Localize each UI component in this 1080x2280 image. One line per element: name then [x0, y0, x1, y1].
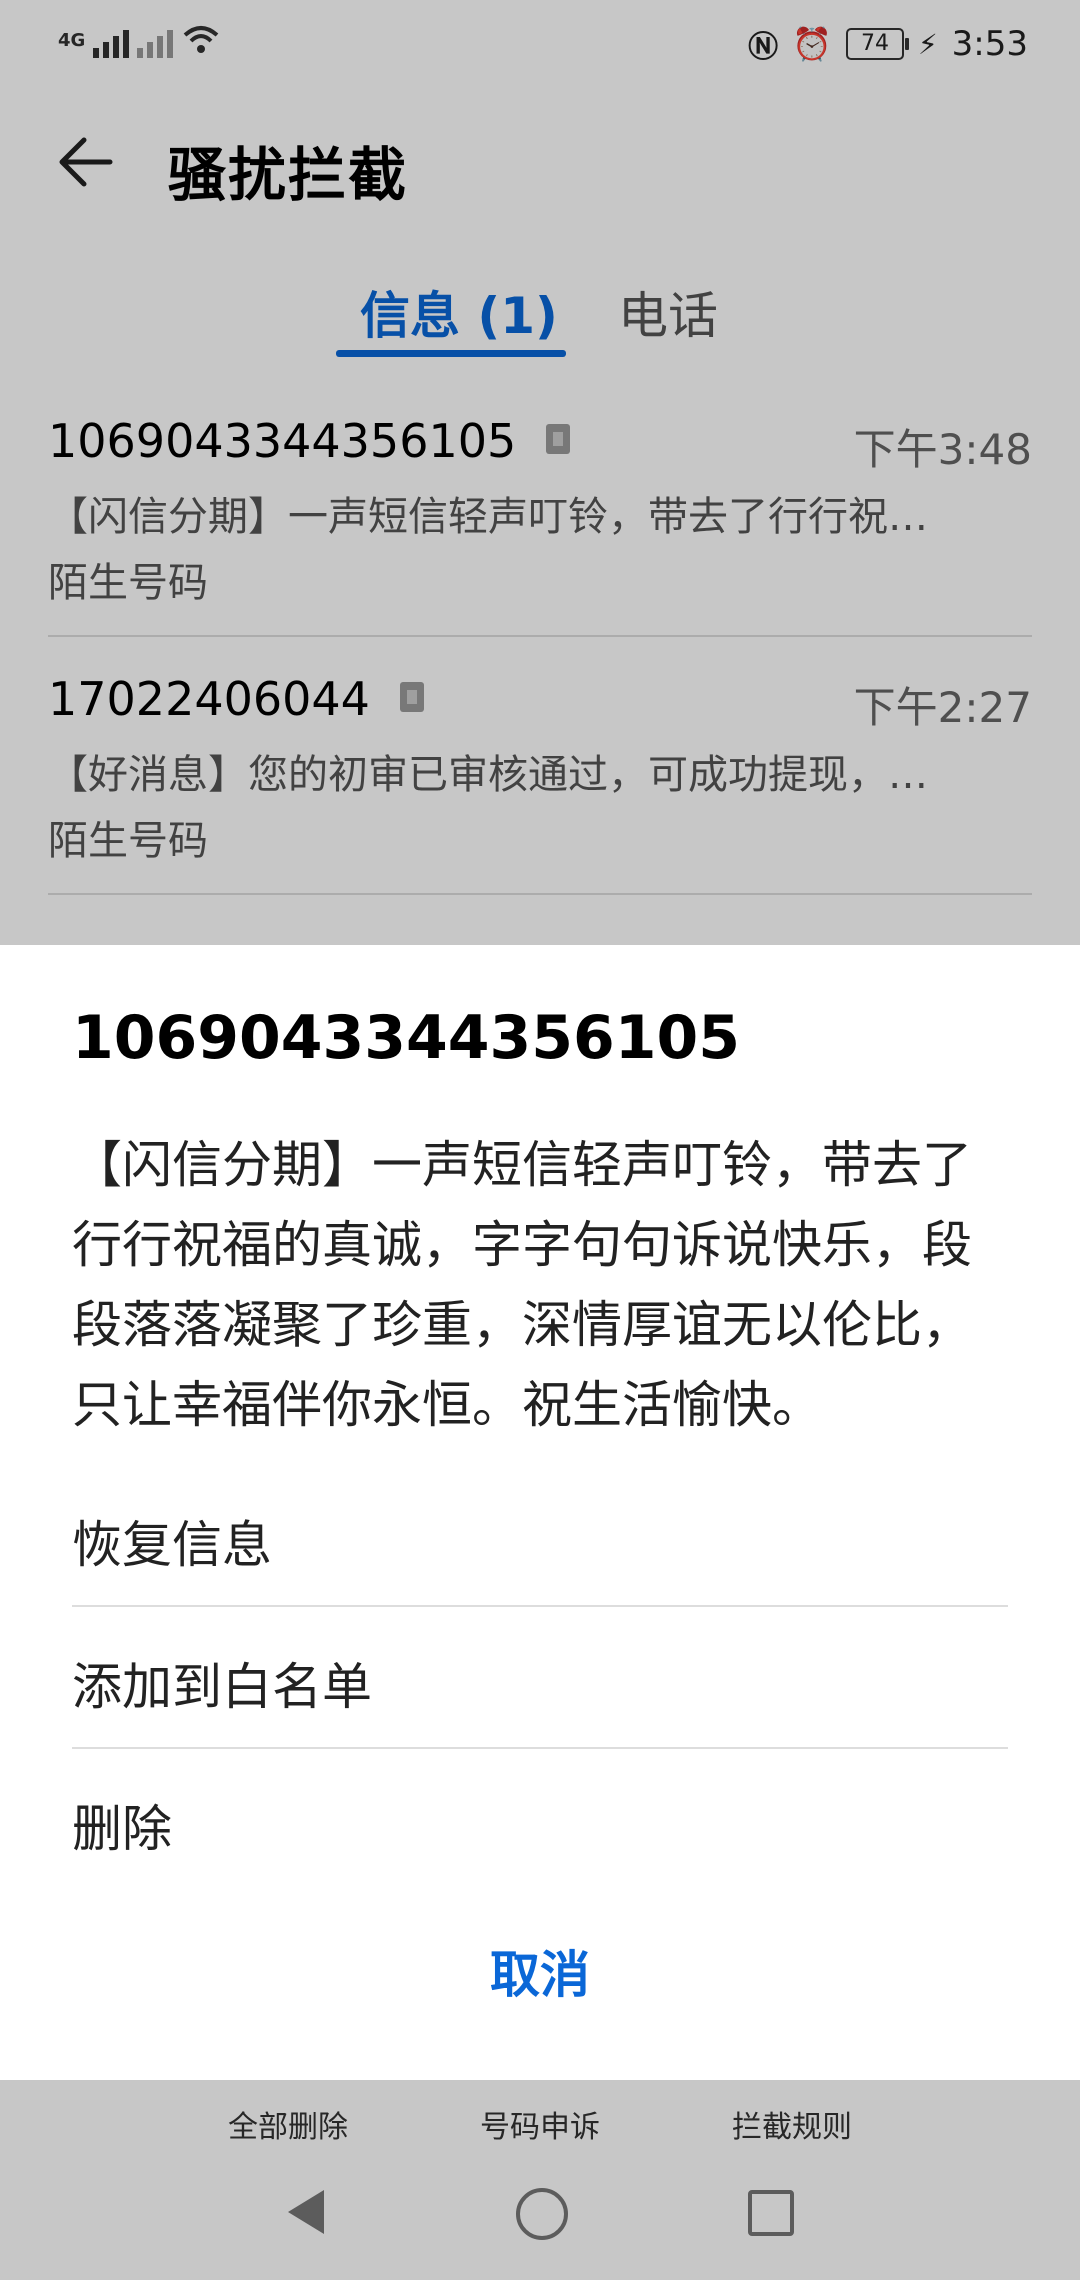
- option-label: 恢复信息: [72, 1516, 272, 1574]
- add-to-whitelist-option[interactable]: 添加到白名单: [72, 1607, 1008, 1749]
- delete-option[interactable]: 删除: [72, 1749, 1008, 1889]
- sheet-sender-number: 1069043344356105: [72, 1003, 740, 1073]
- sheet-message-content: 【闪信分期】一声短信轻声叮铃，带去了行行祝福的真诚，字字句句诉说快乐，段段落落凝…: [72, 1136, 972, 1434]
- option-label: 添加到白名单: [72, 1658, 372, 1716]
- option-label: 删除: [72, 1800, 172, 1858]
- message-detail-sheet: 1069043344356105 【闪信分期】一声短信轻声叮铃，带去了行行祝福的…: [0, 945, 1080, 2080]
- cancel-button[interactable]: 取消: [0, 1935, 1080, 2007]
- blocked-messages-screen: 4G Ⓝ ⏰ 74 ⚡ 3:53 骚扰拦截 信息 (1) 电话 10690433…: [0, 0, 1080, 2280]
- restore-message-option[interactable]: 恢复信息: [72, 1465, 1008, 1607]
